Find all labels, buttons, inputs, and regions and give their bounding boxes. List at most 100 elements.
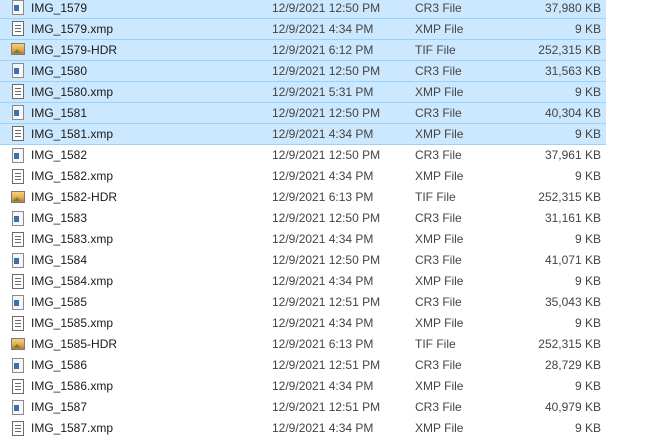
file-date-modified: 12/9/2021 6:13 PM bbox=[272, 190, 374, 204]
file-name: IMG_1579 bbox=[31, 1, 88, 15]
raw-file-icon bbox=[11, 211, 25, 226]
file-date-modified: 12/9/2021 4:34 PM bbox=[272, 127, 374, 141]
image-file-icon bbox=[11, 337, 25, 352]
file-name: IMG_1584.xmp bbox=[31, 274, 114, 288]
file-date-modified: 12/9/2021 4:34 PM bbox=[272, 232, 374, 246]
raw-file-icon bbox=[11, 253, 25, 268]
text-document-icon bbox=[11, 421, 25, 436]
file-row[interactable]: IMG_1585 12/9/2021 12:51 PM CR3 File 35,… bbox=[0, 292, 606, 313]
file-name: IMG_1585 bbox=[31, 295, 88, 309]
file-name: IMG_1583.xmp bbox=[31, 232, 114, 246]
text-document-icon bbox=[11, 316, 25, 331]
file-size: 9 KB bbox=[574, 169, 601, 183]
file-row[interactable]: IMG_1587.xmp 12/9/2021 4:34 PM XMP File … bbox=[0, 418, 606, 439]
file-date-modified: 12/9/2021 4:34 PM bbox=[272, 22, 374, 36]
file-size: 41,071 KB bbox=[544, 253, 601, 267]
file-size: 252,315 KB bbox=[538, 190, 601, 204]
file-date-modified: 12/9/2021 4:34 PM bbox=[272, 379, 374, 393]
file-size: 9 KB bbox=[574, 421, 601, 435]
text-document-icon bbox=[11, 21, 25, 36]
file-size: 40,979 KB bbox=[544, 400, 601, 414]
raw-file-icon bbox=[11, 63, 25, 78]
file-name: IMG_1579.xmp bbox=[31, 22, 114, 36]
file-date-modified: 12/9/2021 5:31 PM bbox=[272, 85, 374, 99]
text-document-icon bbox=[11, 274, 25, 289]
file-date-modified: 12/9/2021 12:50 PM bbox=[272, 148, 381, 162]
file-name: IMG_1581 bbox=[31, 106, 88, 120]
file-row[interactable]: IMG_1584.xmp 12/9/2021 4:34 PM XMP File … bbox=[0, 271, 606, 292]
file-row[interactable]: IMG_1579 12/9/2021 12:50 PM CR3 File 37,… bbox=[0, 0, 606, 19]
file-size: 9 KB bbox=[574, 85, 601, 99]
file-date-modified: 12/9/2021 4:34 PM bbox=[272, 421, 374, 435]
file-list[interactable]: IMG_1579 12/9/2021 12:50 PM CR3 File 37,… bbox=[0, 0, 606, 439]
file-size: 252,315 KB bbox=[538, 337, 601, 351]
file-size: 40,304 KB bbox=[544, 106, 601, 120]
file-date-modified: 12/9/2021 12:50 PM bbox=[272, 211, 381, 225]
file-name: IMG_1581.xmp bbox=[31, 127, 114, 141]
file-row[interactable]: IMG_1587 12/9/2021 12:51 PM CR3 File 40,… bbox=[0, 397, 606, 418]
file-size: 31,161 KB bbox=[544, 211, 601, 225]
file-row[interactable]: IMG_1581.xmp 12/9/2021 4:34 PM XMP File … bbox=[0, 124, 606, 145]
image-file-icon bbox=[11, 190, 25, 205]
file-name: IMG_1585.xmp bbox=[31, 316, 114, 330]
file-row[interactable]: IMG_1586 12/9/2021 12:51 PM CR3 File 28,… bbox=[0, 355, 606, 376]
file-date-modified: 12/9/2021 12:50 PM bbox=[272, 1, 381, 15]
file-row[interactable]: IMG_1582 12/9/2021 12:50 PM CR3 File 37,… bbox=[0, 145, 606, 166]
file-name: IMG_1580 bbox=[31, 64, 88, 78]
file-row[interactable]: IMG_1583.xmp 12/9/2021 4:34 PM XMP File … bbox=[0, 229, 606, 250]
file-name: IMG_1587.xmp bbox=[31, 421, 114, 435]
raw-file-icon bbox=[11, 0, 25, 15]
text-document-icon bbox=[11, 126, 25, 141]
file-row[interactable]: IMG_1580 12/9/2021 12:50 PM CR3 File 31,… bbox=[0, 61, 606, 82]
raw-file-icon bbox=[11, 148, 25, 163]
file-size: 9 KB bbox=[574, 22, 601, 36]
file-row[interactable]: IMG_1580.xmp 12/9/2021 5:31 PM XMP File … bbox=[0, 82, 606, 103]
file-size: 9 KB bbox=[574, 127, 601, 141]
file-size: 28,729 KB bbox=[544, 358, 601, 372]
file-name: IMG_1586.xmp bbox=[31, 379, 114, 393]
file-date-modified: 12/9/2021 4:34 PM bbox=[272, 169, 374, 183]
file-date-modified: 12/9/2021 6:13 PM bbox=[272, 337, 374, 351]
file-row[interactable]: IMG_1582-HDR 12/9/2021 6:13 PM TIF File … bbox=[0, 187, 606, 208]
file-row[interactable]: IMG_1585.xmp 12/9/2021 4:34 PM XMP File … bbox=[0, 313, 606, 334]
text-document-icon bbox=[11, 232, 25, 247]
file-row[interactable]: IMG_1584 12/9/2021 12:50 PM CR3 File 41,… bbox=[0, 250, 606, 271]
file-name: IMG_1587 bbox=[31, 400, 88, 414]
raw-file-icon bbox=[11, 358, 25, 373]
file-size: 9 KB bbox=[574, 232, 601, 246]
file-size: 9 KB bbox=[574, 274, 601, 288]
file-date-modified: 12/9/2021 12:51 PM bbox=[272, 295, 381, 309]
file-name: IMG_1586 bbox=[31, 358, 88, 372]
image-file-icon bbox=[11, 42, 25, 57]
file-size: 9 KB bbox=[574, 316, 601, 330]
file-name: IMG_1582-HDR bbox=[31, 190, 118, 204]
file-size: 31,563 KB bbox=[544, 64, 601, 78]
file-size: 37,980 KB bbox=[544, 1, 601, 15]
raw-file-icon bbox=[11, 400, 25, 415]
file-size: 9 KB bbox=[574, 379, 601, 393]
file-name: IMG_1583 bbox=[31, 211, 88, 225]
raw-file-icon bbox=[11, 105, 25, 120]
raw-file-icon bbox=[11, 295, 25, 310]
file-date-modified: 12/9/2021 12:50 PM bbox=[272, 64, 381, 78]
file-date-modified: 12/9/2021 6:12 PM bbox=[272, 43, 374, 57]
file-name: IMG_1584 bbox=[31, 253, 88, 267]
file-date-modified: 12/9/2021 4:34 PM bbox=[272, 316, 374, 330]
file-size: 252,315 KB bbox=[538, 43, 601, 57]
file-size: 37,961 KB bbox=[544, 148, 601, 162]
file-row[interactable]: IMG_1583 12/9/2021 12:50 PM CR3 File 31,… bbox=[0, 208, 606, 229]
text-document-icon bbox=[11, 169, 25, 184]
file-row[interactable]: IMG_1579.xmp 12/9/2021 4:34 PM XMP File … bbox=[0, 19, 606, 40]
file-name: IMG_1579-HDR bbox=[31, 43, 118, 57]
file-row[interactable]: IMG_1582.xmp 12/9/2021 4:34 PM XMP File … bbox=[0, 166, 606, 187]
file-row[interactable]: IMG_1581 12/9/2021 12:50 PM CR3 File 40,… bbox=[0, 103, 606, 124]
file-size: 35,043 KB bbox=[544, 295, 601, 309]
file-name: IMG_1582 bbox=[31, 148, 88, 162]
file-name: IMG_1585-HDR bbox=[31, 337, 118, 351]
file-row[interactable]: IMG_1579-HDR 12/9/2021 6:12 PM TIF File … bbox=[0, 40, 606, 61]
file-name: IMG_1580.xmp bbox=[31, 85, 114, 99]
text-document-icon bbox=[11, 84, 25, 99]
text-document-icon bbox=[11, 379, 25, 394]
file-row[interactable]: IMG_1586.xmp 12/9/2021 4:34 PM XMP File … bbox=[0, 376, 606, 397]
file-row[interactable]: IMG_1585-HDR 12/9/2021 6:13 PM TIF File … bbox=[0, 334, 606, 355]
